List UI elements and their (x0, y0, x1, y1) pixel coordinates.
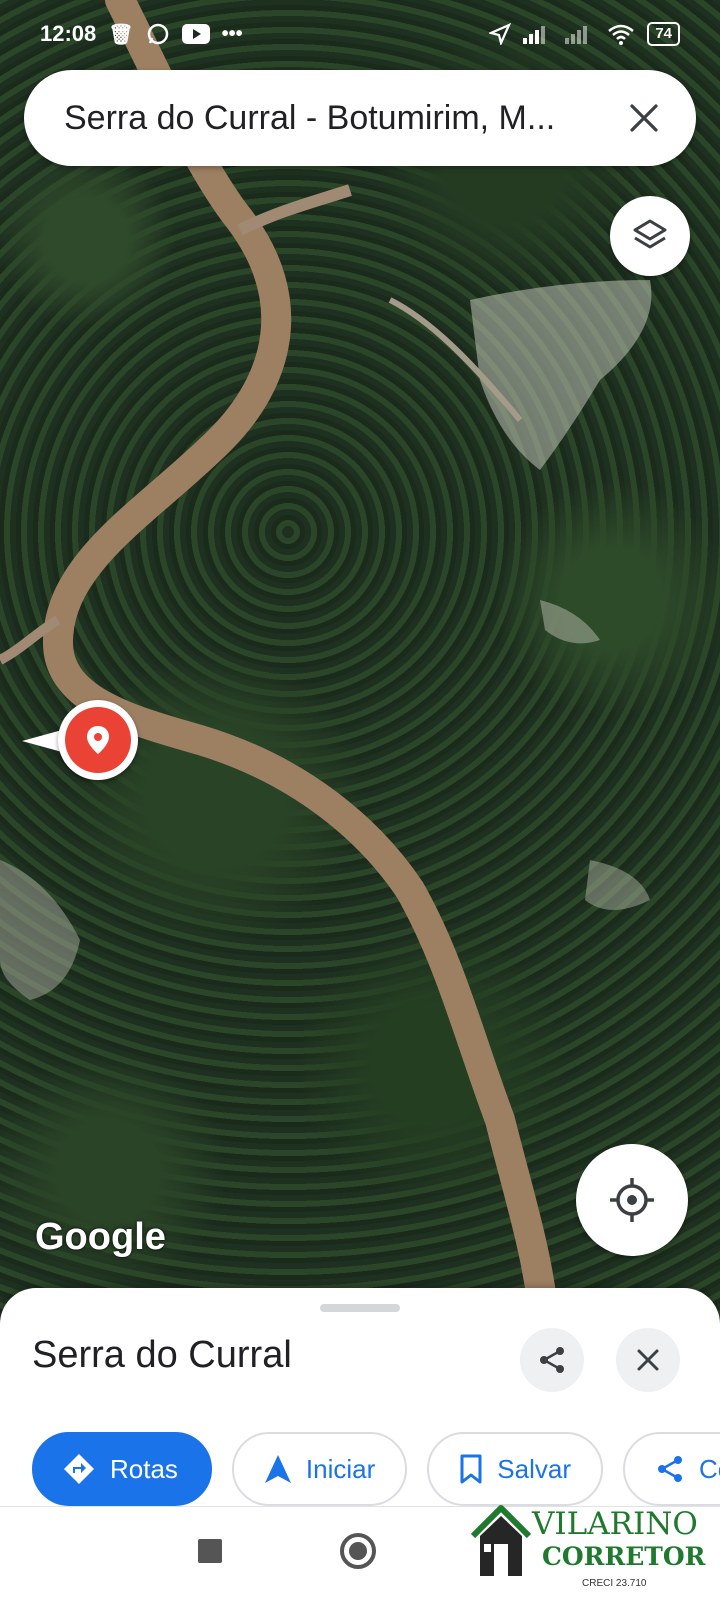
directions-icon (64, 1454, 94, 1484)
pin-pointer (22, 730, 62, 752)
wifi-icon (608, 24, 635, 45)
satellite-map[interactable] (0, 0, 720, 1330)
search-query[interactable]: Serra do Curral - Botumirim, M... (64, 99, 622, 138)
map-pin[interactable] (22, 700, 138, 780)
clearing (470, 280, 652, 470)
watermark-role: CORRETOR (542, 1542, 706, 1571)
youtube-icon (181, 24, 210, 44)
house-logo-icon (470, 1505, 532, 1576)
share-chip-label: Co (698, 1453, 720, 1484)
recents-button[interactable] (198, 1539, 222, 1563)
directions-button[interactable]: Rotas (32, 1432, 212, 1506)
action-chips: Rotas Iniciar Salvar Co (32, 1432, 720, 1506)
directions-label: Rotas (110, 1453, 178, 1484)
clearing (585, 860, 650, 910)
drag-handle[interactable] (320, 1304, 400, 1312)
clearing (540, 600, 600, 644)
share-icon (540, 1347, 564, 1373)
pin-badge (58, 700, 138, 780)
more-dots-icon: ••• (221, 22, 243, 45)
layers-button[interactable] (610, 196, 690, 276)
status-right: 74 (489, 22, 680, 46)
clock: 12:08 (40, 21, 97, 46)
search-bar[interactable]: Serra do Curral - Botumirim, M... (24, 70, 696, 166)
watermark-name: VILARINO (532, 1506, 698, 1542)
layers-icon (633, 219, 667, 249)
close-icon (630, 104, 658, 132)
watermark-license: CRECI 23.710 (582, 1578, 647, 1589)
save-label: Salvar (497, 1453, 571, 1484)
google-attribution: Google (35, 1216, 166, 1258)
side-trail (237, 184, 352, 236)
share-button[interactable] (520, 1328, 584, 1392)
status-left: 12:08 🗑 ••• (40, 21, 243, 47)
trash-icon: 🗑 (108, 23, 134, 46)
signal-icon (523, 26, 546, 44)
my-location-button[interactable] (576, 1144, 688, 1256)
close-sheet-button[interactable] (616, 1328, 680, 1392)
close-icon (637, 1349, 659, 1371)
bookmark-icon (460, 1454, 482, 1484)
map-terrain (0, 0, 652, 1330)
clear-search-button[interactable] (622, 96, 666, 140)
location-pin-icon (87, 726, 109, 754)
start-button[interactable]: Iniciar (231, 1432, 408, 1506)
home-dot (349, 1542, 367, 1560)
share-icon (657, 1456, 682, 1482)
place-bottom-sheet[interactable]: Serra do Curral Rotas Iniciar Salvar C (0, 1288, 720, 1506)
place-title: Serra do Curral (32, 1334, 292, 1376)
battery-indicator: 74 (647, 22, 680, 46)
whatsapp-icon (147, 23, 168, 45)
crosshair-icon (610, 1178, 654, 1222)
navigation-arrow-icon (264, 1455, 291, 1483)
share-chip-button[interactable]: Co (622, 1432, 720, 1506)
start-label: Iniciar (305, 1453, 376, 1484)
status-bar: 12:08 🗑 ••• 74 (0, 0, 720, 68)
signal-icon-secondary (565, 26, 588, 44)
home-button[interactable] (340, 1533, 376, 1569)
location-arrow-icon (489, 23, 512, 45)
clearing (0, 860, 80, 1000)
vilarino-watermark: VILARINO CORRETOR CRECI 23.710 (470, 1500, 715, 1596)
save-button[interactable]: Salvar (427, 1432, 603, 1506)
